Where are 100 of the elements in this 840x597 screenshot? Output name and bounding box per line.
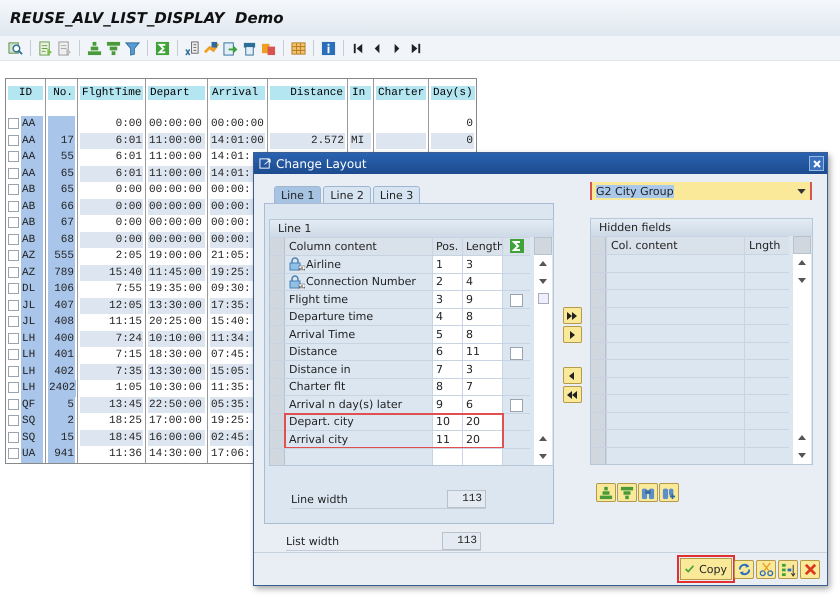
tab[interactable]: Line 2 bbox=[323, 186, 371, 203]
sum-checkbox[interactable] bbox=[510, 346, 523, 360]
sort-descending-icon[interactable] bbox=[106, 40, 121, 56]
move-right-button[interactable] bbox=[562, 326, 582, 343]
row-checkbox[interactable] bbox=[8, 366, 19, 376]
table-cell: 4 bbox=[462, 274, 502, 290]
column-header[interactable]: No. bbox=[48, 86, 75, 100]
layout-dropdown[interactable]: G2 City Group bbox=[590, 182, 812, 200]
row-checkbox[interactable] bbox=[8, 168, 19, 178]
row-checkbox[interactable] bbox=[8, 118, 19, 129]
column-header[interactable]: Charter bbox=[376, 86, 426, 100]
export-icon[interactable] bbox=[223, 40, 238, 56]
table-cell-text: Charter flt bbox=[288, 379, 346, 395]
cancel-button[interactable] bbox=[800, 560, 820, 578]
scroll-down-icon[interactable] bbox=[539, 278, 547, 284]
move-all-left-button[interactable] bbox=[562, 386, 582, 403]
sigma-icon[interactable] bbox=[510, 239, 524, 253]
dialog-title: Change Layout bbox=[276, 156, 368, 170]
row-checkbox[interactable] bbox=[8, 266, 19, 278]
table-cell-text: 09:30: bbox=[210, 282, 252, 297]
column-header[interactable]: Lngth bbox=[744, 237, 789, 254]
sigma-icon[interactable] bbox=[155, 40, 170, 56]
column-header[interactable]: Arrival bbox=[210, 86, 265, 100]
table-cell-text: Arrival city bbox=[288, 432, 350, 448]
subtotal-icon[interactable] bbox=[185, 40, 200, 56]
column-header[interactable]: Pos. bbox=[432, 238, 462, 255]
row-checkbox[interactable] bbox=[8, 200, 19, 212]
move-left-button[interactable] bbox=[562, 367, 582, 384]
table-cell-text: 11:00:00 bbox=[148, 150, 203, 165]
table-cell-text: 00:00:00 bbox=[210, 117, 265, 132]
sum-checkbox[interactable] bbox=[510, 294, 523, 307]
table-cell: 11 bbox=[462, 344, 502, 360]
find-next-button[interactable] bbox=[659, 483, 679, 502]
scroll-up-icon[interactable] bbox=[798, 260, 806, 266]
sort-descending-button[interactable] bbox=[617, 483, 637, 502]
grid-icon[interactable] bbox=[291, 40, 306, 56]
table-cell: 8 bbox=[432, 378, 462, 395]
tab[interactable]: Line 1 bbox=[274, 186, 322, 203]
move-all-right-button[interactable] bbox=[562, 307, 582, 324]
table-cell-text: 18:25 bbox=[108, 414, 143, 429]
row-checkbox[interactable] bbox=[8, 283, 19, 294]
scroll-up-icon[interactable] bbox=[798, 435, 806, 440]
close-button[interactable] bbox=[809, 156, 824, 171]
sort-ascending-icon bbox=[599, 486, 613, 500]
column-header[interactable]: Depart bbox=[148, 86, 205, 100]
column-header[interactable]: Day(s) bbox=[431, 86, 475, 100]
scroll-up-icon[interactable] bbox=[539, 436, 547, 442]
column-header[interactable]: In bbox=[350, 86, 371, 100]
find-button[interactable] bbox=[638, 483, 658, 502]
row-checkbox[interactable] bbox=[8, 415, 19, 426]
sort-ascending-icon[interactable] bbox=[87, 40, 102, 56]
table-cell: 8 bbox=[462, 326, 502, 342]
tab[interactable]: Line 3 bbox=[372, 186, 420, 203]
row-checkbox[interactable] bbox=[8, 332, 19, 344]
table-cell: AZ bbox=[21, 264, 43, 281]
row-checkbox[interactable] bbox=[8, 234, 19, 244]
scroll-down-icon[interactable] bbox=[798, 452, 806, 458]
row-checkbox[interactable] bbox=[8, 382, 19, 393]
scroll-thumb[interactable] bbox=[538, 293, 548, 304]
row-selector[interactable] bbox=[270, 414, 285, 430]
sort-ascending-button[interactable] bbox=[596, 483, 616, 502]
row-checkbox[interactable] bbox=[8, 398, 19, 410]
table-cell: 7:24 bbox=[80, 330, 143, 347]
cut-button[interactable] bbox=[756, 560, 776, 578]
table-cell: Airline bbox=[285, 256, 432, 272]
row-checkbox[interactable] bbox=[8, 184, 19, 195]
info-icon[interactable] bbox=[321, 40, 336, 56]
scroll-up-icon[interactable] bbox=[539, 261, 547, 266]
field-label: Line width bbox=[291, 492, 349, 506]
column-header[interactable]: Distance bbox=[270, 86, 345, 100]
column-header[interactable]: Col. content bbox=[606, 237, 744, 254]
column-header[interactable]: Column content bbox=[285, 238, 432, 255]
row-checkbox[interactable] bbox=[8, 349, 19, 360]
row-checkbox[interactable] bbox=[8, 432, 19, 442]
column-header[interactable]: ID bbox=[8, 86, 43, 100]
scroll-down-icon[interactable] bbox=[798, 278, 806, 283]
row-checkbox[interactable] bbox=[8, 448, 19, 459]
sort-order-button[interactable] bbox=[778, 560, 798, 578]
row-checkbox[interactable] bbox=[8, 151, 19, 162]
document-icon[interactable] bbox=[38, 40, 53, 56]
search-icon[interactable] bbox=[8, 40, 23, 56]
row-checkbox[interactable] bbox=[8, 250, 19, 261]
print-icon[interactable] bbox=[242, 40, 257, 56]
row-checkbox[interactable] bbox=[8, 316, 19, 327]
document-icon[interactable] bbox=[57, 40, 72, 56]
table-cell: 3 bbox=[462, 256, 502, 272]
row-checkbox[interactable] bbox=[8, 134, 19, 146]
row-checkbox[interactable] bbox=[8, 300, 19, 310]
copy-button[interactable]: Copy bbox=[680, 558, 732, 580]
table-cell: 66 bbox=[48, 198, 75, 215]
scrollbar[interactable] bbox=[793, 254, 811, 464]
row-selector[interactable] bbox=[270, 431, 285, 448]
sum-checkbox[interactable] bbox=[510, 399, 523, 412]
table-title: Line 1 bbox=[270, 220, 553, 237]
refresh-button[interactable] bbox=[734, 560, 754, 578]
row-checkbox[interactable] bbox=[8, 217, 19, 228]
scroll-down-icon[interactable] bbox=[539, 454, 547, 459]
scrollbar[interactable] bbox=[534, 255, 552, 465]
column-header[interactable]: FlghtTime bbox=[80, 86, 144, 100]
filter-icon[interactable] bbox=[125, 40, 140, 56]
